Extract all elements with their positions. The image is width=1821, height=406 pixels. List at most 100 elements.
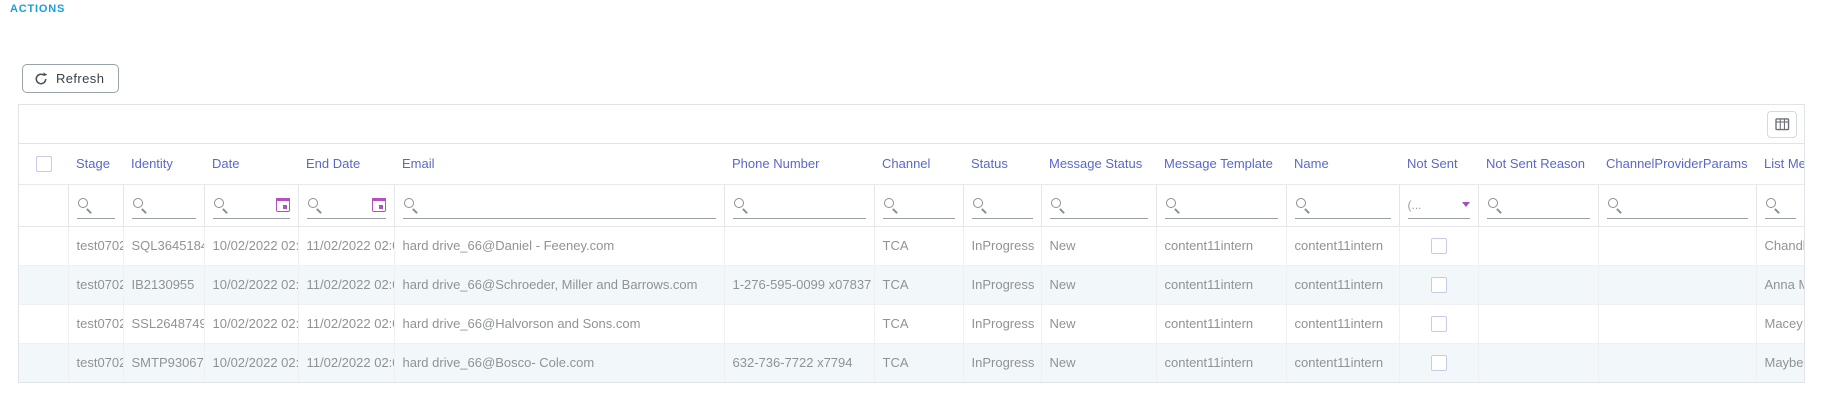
search-icon[interactable] <box>883 197 898 212</box>
search-icon[interactable] <box>1607 197 1622 212</box>
cell-status: InProgress <box>963 304 1041 343</box>
cell-identity: SSL2648749 <box>123 304 204 343</box>
column-label: Name <box>1294 156 1329 171</box>
search-icon[interactable] <box>733 197 748 212</box>
filter-cell-channel[interactable] <box>874 184 963 226</box>
filter-cell-message-status[interactable] <box>1041 184 1156 226</box>
search-icon[interactable] <box>213 197 228 212</box>
cell-channel: TCA <box>874 343 963 382</box>
search-icon[interactable] <box>1050 197 1065 212</box>
filter-cell-stage[interactable] <box>68 184 123 226</box>
cell-message-template: content11intern <box>1156 304 1286 343</box>
filter-cell-not-sent-reason[interactable] <box>1478 184 1598 226</box>
cell-list-members: Macey <box>1756 304 1804 343</box>
cell-end-date: 11/02/2022 02:00 <box>298 343 394 382</box>
column-header-status[interactable]: Status <box>963 144 1041 184</box>
cell-phone-number <box>724 304 874 343</box>
column-header-identity[interactable]: Identity <box>123 144 204 184</box>
cell-message-status: New <box>1041 304 1156 343</box>
not-sent-checkbox[interactable] <box>1431 355 1447 371</box>
column-header-email[interactable]: Email <box>394 144 724 184</box>
cell-email: hard drive_66@Daniel - Feeney.com <box>394 226 724 265</box>
filter-cell-channel-provider-params[interactable] <box>1598 184 1756 226</box>
not-sent-checkbox[interactable] <box>1431 277 1447 293</box>
column-header-not-sent[interactable]: Not Sent <box>1399 144 1478 184</box>
section-title-actions: ACTIONS <box>10 3 65 15</box>
not-sent-checkbox[interactable] <box>1431 316 1447 332</box>
column-chooser-button[interactable] <box>1767 111 1797 138</box>
search-icon[interactable] <box>1487 197 1502 212</box>
filter-cell-not-sent[interactable]: (... <box>1399 184 1478 226</box>
filter-cell-select <box>19 184 68 226</box>
table-row[interactable]: test0702 SQL3645184 10/02/2022 02:00 11/… <box>19 226 1804 265</box>
filter-cell-status[interactable] <box>963 184 1041 226</box>
calendar-icon[interactable] <box>372 198 386 212</box>
column-header-message-status[interactable]: Message Status <box>1041 144 1156 184</box>
cell-name: content11intern <box>1286 265 1399 304</box>
cell-message-status: New <box>1041 226 1156 265</box>
cell-message-template: content11intern <box>1156 226 1286 265</box>
column-label: List Me <box>1764 156 1804 171</box>
cell-message-status: New <box>1041 343 1156 382</box>
search-icon[interactable] <box>972 197 987 212</box>
cell-channel: TCA <box>874 226 963 265</box>
cell-identity: IB2130955 <box>123 265 204 304</box>
column-header-name[interactable]: Name <box>1286 144 1399 184</box>
search-icon[interactable] <box>1295 197 1310 212</box>
column-header-channel[interactable]: Channel <box>874 144 963 184</box>
cell-list-members: Chandl <box>1756 226 1804 265</box>
column-label: End Date <box>306 156 360 171</box>
table-row[interactable]: test0702 IB2130955 10/02/2022 02:00 11/0… <box>19 265 1804 304</box>
filter-cell-message-template[interactable] <box>1156 184 1286 226</box>
select-all-checkbox[interactable] <box>36 156 52 172</box>
search-icon[interactable] <box>1165 197 1180 212</box>
cell-date: 10/02/2022 02:00 <box>204 304 298 343</box>
cell-phone-number: 1-276-595-0099 x07837 <box>724 265 874 304</box>
column-chooser-icon <box>1775 118 1790 131</box>
filter-cell-email[interactable] <box>394 184 724 226</box>
filter-cell-phone-number[interactable] <box>724 184 874 226</box>
cell-name: content11intern <box>1286 343 1399 382</box>
cell-not-sent <box>1399 226 1478 265</box>
refresh-icon <box>34 72 48 86</box>
column-header-end-date[interactable]: End Date <box>298 144 394 184</box>
column-header-not-sent-reason[interactable]: Not Sent Reason <box>1478 144 1598 184</box>
column-header-stage[interactable]: Stage <box>68 144 123 184</box>
cell-end-date: 11/02/2022 02:00 <box>298 265 394 304</box>
column-header-list-members[interactable]: List Me <box>1756 144 1804 184</box>
search-icon[interactable] <box>132 197 147 212</box>
search-icon[interactable] <box>77 197 92 212</box>
filter-cell-end-date[interactable] <box>298 184 394 226</box>
cell-phone-number: 632-736-7722 x7794 <box>724 343 874 382</box>
cell-not-sent-reason <box>1478 304 1598 343</box>
cell-stage: test0702 <box>68 304 123 343</box>
table-row[interactable]: test0702 SSL2648749 10/02/2022 02:00 11/… <box>19 304 1804 343</box>
column-header-date[interactable]: Date <box>204 144 298 184</box>
cell-channel-provider-params <box>1598 226 1756 265</box>
refresh-button[interactable]: Refresh <box>22 64 119 93</box>
column-header-channel-provider-params[interactable]: ChannelProviderParams <box>1598 144 1756 184</box>
search-icon[interactable] <box>403 197 418 212</box>
filter-cell-date[interactable] <box>204 184 298 226</box>
header-row: Stage Identity Date End Date Email Phone… <box>19 144 1804 184</box>
chevron-down-icon[interactable] <box>1462 202 1470 207</box>
filter-cell-name[interactable] <box>1286 184 1399 226</box>
cell-stage: test0702 <box>68 343 123 382</box>
cell-status: InProgress <box>963 343 1041 382</box>
column-header-phone-number[interactable]: Phone Number <box>724 144 874 184</box>
table-row[interactable]: test0702 SMTP9306727 10/02/2022 02:00 11… <box>19 343 1804 382</box>
column-header-message-template[interactable]: Message Template <box>1156 144 1286 184</box>
search-icon[interactable] <box>1765 197 1780 212</box>
refresh-button-label: Refresh <box>56 71 104 86</box>
filter-cell-identity[interactable] <box>123 184 204 226</box>
filter-row: (... <box>19 184 1804 226</box>
cell-name: content11intern <box>1286 226 1399 265</box>
cell-channel-provider-params <box>1598 265 1756 304</box>
cell-channel: TCA <box>874 304 963 343</box>
search-icon[interactable] <box>307 197 322 212</box>
not-sent-checkbox[interactable] <box>1431 238 1447 254</box>
calendar-icon[interactable] <box>276 198 290 212</box>
column-label: Stage <box>76 156 110 171</box>
cell-message-status: New <box>1041 265 1156 304</box>
filter-cell-list-members[interactable] <box>1756 184 1804 226</box>
